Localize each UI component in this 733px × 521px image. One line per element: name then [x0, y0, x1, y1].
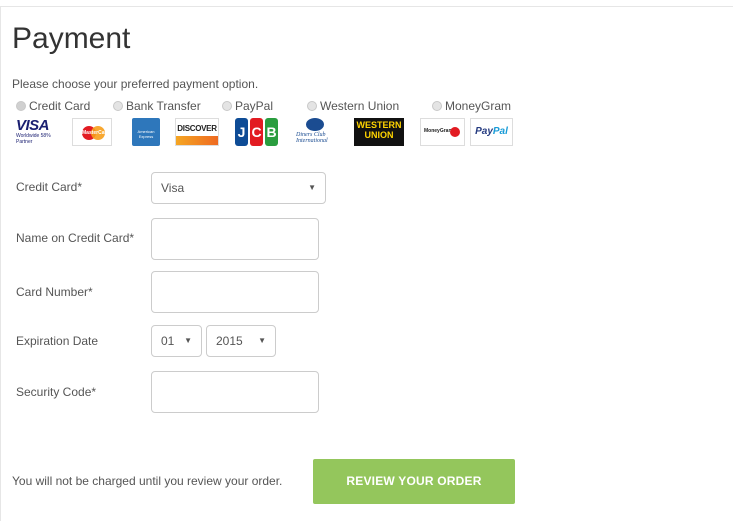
diners-club-logo: Diners Club International	[296, 118, 338, 146]
card-number-label: Card Number*	[16, 285, 93, 299]
expiration-label: Expiration Date	[16, 334, 99, 348]
radio-moneygram[interactable]: MoneyGram	[432, 99, 511, 113]
jcb-logo: JCB	[235, 118, 279, 146]
radio-indicator[interactable]	[113, 101, 123, 111]
name-on-card-label: Name on Credit Card*	[16, 231, 135, 245]
card-logo-strip: VISA Worldwide 58% Partner MasterCard Am…	[16, 118, 733, 148]
expiration-year-value: 2015	[216, 334, 243, 348]
radio-label: Credit Card	[29, 99, 91, 113]
radio-label: PayPal	[235, 99, 274, 113]
amex-logo: American Express	[132, 118, 160, 146]
expiration-month-value: 01	[161, 334, 175, 348]
page-title: Payment	[12, 22, 131, 55]
credit-card-select-value: Visa	[161, 181, 185, 195]
moneygram-logo: MoneyGram	[420, 118, 465, 146]
radio-bank-transfer[interactable]: Bank Transfer	[113, 99, 201, 113]
paypal-logo: PayPal	[470, 118, 513, 146]
radio-indicator[interactable]	[307, 101, 317, 111]
name-on-card-input[interactable]	[151, 218, 319, 260]
western-union-logo: WESTERN UNION	[354, 118, 404, 146]
card-number-input[interactable]	[151, 271, 319, 313]
chevron-down-icon: ▼	[308, 183, 316, 192]
radio-label: Western Union	[320, 99, 400, 113]
radio-indicator[interactable]	[222, 101, 232, 111]
credit-card-select[interactable]: Visa ▼	[151, 172, 326, 204]
radio-western-union[interactable]: Western Union	[307, 99, 399, 113]
radio-label: Bank Transfer	[126, 99, 201, 113]
discover-logo: DISCOVER	[175, 118, 219, 146]
chevron-down-icon: ▼	[184, 336, 192, 345]
expiration-month-select[interactable]: 01 ▼	[151, 325, 202, 357]
radio-indicator[interactable]	[16, 101, 26, 111]
radio-indicator[interactable]	[432, 101, 442, 111]
chevron-down-icon: ▼	[258, 336, 266, 345]
radio-paypal[interactable]: PayPal	[222, 99, 273, 113]
visa-logo: VISA Worldwide 58% Partner	[16, 117, 51, 145]
expiration-year-select[interactable]: 2015 ▼	[206, 325, 276, 357]
security-code-input[interactable]	[151, 371, 319, 413]
radio-label: MoneyGram	[445, 99, 512, 113]
credit-card-label: Credit Card*	[16, 180, 83, 194]
payment-option-group: Credit Card Bank Transfer PayPal Western…	[16, 99, 733, 115]
page-subtitle: Please choose your preferred payment opt…	[12, 77, 259, 91]
review-order-button[interactable]: REVIEW YOUR ORDER	[313, 459, 515, 504]
security-code-label: Security Code*	[16, 385, 97, 399]
mastercard-logo: MasterCard	[72, 118, 112, 146]
radio-credit-card[interactable]: Credit Card	[16, 99, 90, 113]
charge-notice: You will not be charged until you review…	[12, 474, 283, 488]
